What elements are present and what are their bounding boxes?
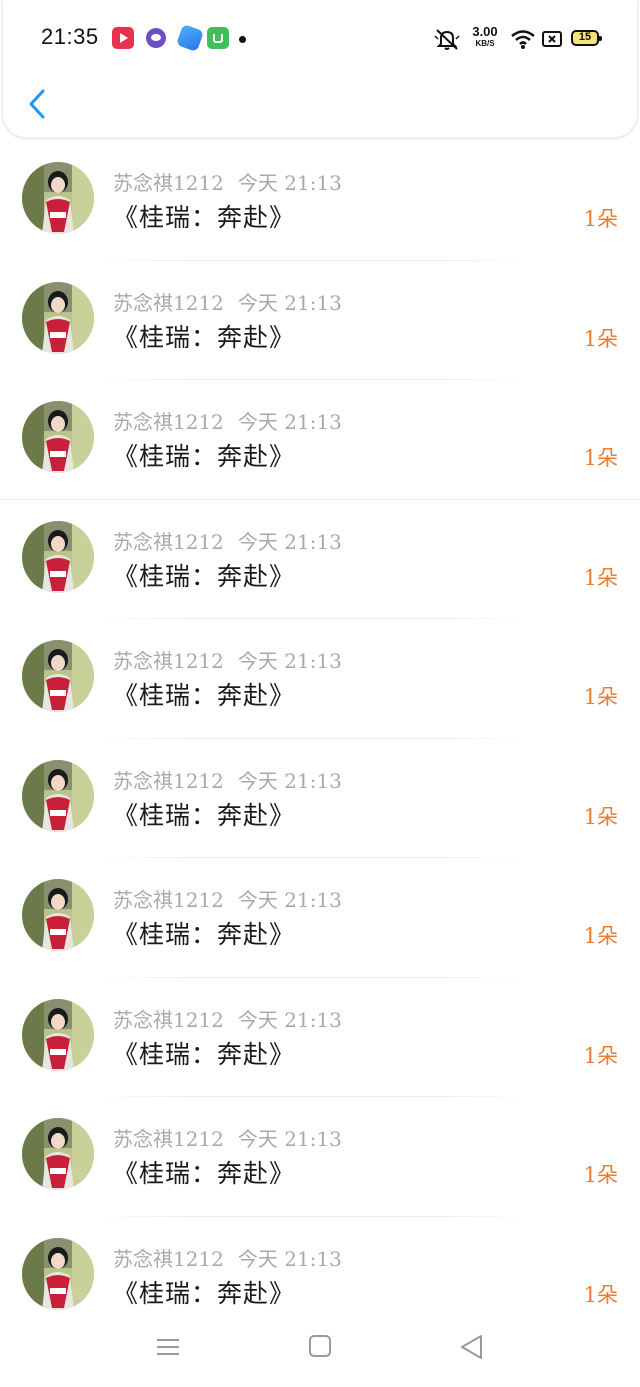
sender-name[interactable]: 苏念祺1212: [113, 888, 224, 912]
book-title[interactable]: 《桂瑞：奔赴》: [113, 198, 295, 234]
gift-list: 苏念祺1212 今天 21:13 《桂瑞：奔赴》 1朵 苏念祺1212 今天 21:13…: [0, 141, 640, 1336]
book-title[interactable]: 《桂瑞：奔赴》: [113, 437, 295, 473]
battery-icon: 15: [571, 30, 602, 46]
sender-name[interactable]: 苏念祺1212: [113, 171, 224, 195]
gift-count: 1朵: [583, 804, 618, 829]
avatar[interactable]: [22, 640, 94, 712]
gift-count: 1朵: [583, 1043, 618, 1068]
gift-count: 1朵: [583, 924, 618, 948]
purple-app-icon: [146, 28, 166, 48]
menu-icon[interactable]: [155, 1335, 181, 1359]
book-title[interactable]: 《桂瑞：奔赴》: [113, 557, 295, 593]
network-speed-unit: KB/S: [475, 39, 495, 48]
gift-count: 1朵: [583, 1282, 618, 1307]
back-triangle-icon[interactable]: [458, 1333, 484, 1361]
book-title[interactable]: 《桂瑞：奔赴》: [113, 1035, 295, 1071]
item-meta: 苏念祺1212 今天 21:13: [113, 645, 342, 674]
gift-count: 1朵: [583, 1163, 618, 1187]
video-app-icon: [112, 27, 134, 49]
timestamp: 今天 21:13: [237, 290, 342, 315]
sender-name[interactable]: 苏念祺1212: [113, 1247, 224, 1271]
page: 21:35 3.00 KB/S 15 苏念祺1212 今天 21:13 《桂瑞：…: [0, 0, 640, 1387]
green-app-icon: [207, 27, 229, 49]
list-item[interactable]: 苏念祺1212 今天 21:13 《桂瑞：奔赴》 1朵: [0, 141, 640, 261]
avatar[interactable]: [22, 879, 94, 951]
gift-count: 1朵: [583, 685, 618, 709]
sender-name[interactable]: 苏念祺1212: [113, 530, 224, 554]
book-title[interactable]: 《桂瑞：奔赴》: [113, 1274, 295, 1310]
timestamp: 今天 21:13: [237, 171, 342, 195]
header: 21:35 3.00 KB/S 15: [2, 0, 638, 138]
list-item[interactable]: 苏念祺1212 今天 21:13 《桂瑞：奔赴》 1朵: [0, 261, 640, 380]
avatar[interactable]: [22, 162, 94, 234]
timestamp: 今天 21:13: [237, 768, 342, 793]
sender-name[interactable]: 苏念祺1212: [113, 291, 224, 315]
item-meta: 苏念祺1212 今天 21:13: [113, 406, 342, 435]
timestamp: 今天 21:13: [237, 1007, 342, 1032]
avatar[interactable]: [22, 520, 94, 593]
system-nav-bar: [0, 1317, 640, 1387]
network-speed: 3.00 KB/S: [467, 25, 503, 49]
timestamp: 今天 21:13: [237, 1246, 342, 1271]
list-item[interactable]: 苏念祺1212 今天 21:13 《桂瑞：奔赴》 1朵: [0, 858, 640, 978]
list-item[interactable]: 苏念祺1212 今天 21:13 《桂瑞：奔赴》 1朵: [0, 619, 640, 739]
list-item[interactable]: 苏念祺1212 今天 21:13 《桂瑞：奔赴》 1朵: [0, 739, 640, 858]
item-meta: 苏念祺1212 今天 21:13: [113, 884, 342, 913]
list-item[interactable]: 苏念祺1212 今天 21:13 《桂瑞：奔赴》 1朵: [0, 500, 640, 619]
avatar[interactable]: [22, 998, 94, 1071]
network-speed-value: 3.00: [472, 24, 498, 39]
item-meta: 苏念祺1212 今天 21:13: [113, 1004, 342, 1033]
timestamp: 今天 21:13: [237, 888, 342, 912]
book-title[interactable]: 《桂瑞：奔赴》: [113, 318, 295, 354]
list-item[interactable]: 苏念祺1212 今天 21:13 《桂瑞：奔赴》 1朵: [0, 978, 640, 1097]
wifi-icon: [511, 30, 535, 49]
list-item[interactable]: 苏念祺1212 今天 21:13 《桂瑞：奔赴》 1朵: [0, 380, 640, 500]
sender-name[interactable]: 苏念祺1212: [113, 1008, 224, 1032]
avatar[interactable]: [22, 1118, 94, 1190]
back-button[interactable]: [23, 84, 53, 124]
timestamp: 今天 21:13: [237, 410, 342, 434]
avatar[interactable]: [22, 1237, 94, 1310]
sender-name[interactable]: 苏念祺1212: [113, 1127, 224, 1151]
battery-level: 15: [578, 31, 592, 43]
avatar[interactable]: [22, 281, 94, 354]
book-title[interactable]: 《桂瑞：奔赴》: [113, 1154, 295, 1190]
timestamp: 今天 21:13: [237, 529, 342, 554]
list-item[interactable]: 苏念祺1212 今天 21:13 《桂瑞：奔赴》 1朵: [0, 1097, 640, 1217]
gift-count: 1朵: [583, 565, 618, 590]
sender-name[interactable]: 苏念祺1212: [113, 769, 224, 793]
item-meta: 苏念祺1212 今天 21:13: [113, 526, 342, 555]
item-meta: 苏念祺1212 今天 21:13: [113, 167, 342, 196]
home-square-icon[interactable]: [308, 1334, 332, 1358]
book-title[interactable]: 《桂瑞：奔赴》: [113, 796, 295, 832]
no-sim-icon: [542, 31, 562, 47]
bell-off-icon: [434, 29, 460, 50]
item-meta: 苏念祺1212 今天 21:13: [113, 765, 342, 794]
book-title[interactable]: 《桂瑞：奔赴》: [113, 915, 295, 951]
item-meta: 苏念祺1212 今天 21:13: [113, 1123, 342, 1152]
sender-name[interactable]: 苏念祺1212: [113, 649, 224, 673]
sender-name[interactable]: 苏念祺1212: [113, 410, 224, 434]
avatar[interactable]: [22, 401, 94, 473]
avatar[interactable]: [22, 759, 94, 832]
blue-app-icon: [175, 23, 205, 53]
gift-count: 1朵: [583, 446, 618, 470]
more-notifications-dot-icon: [239, 36, 246, 43]
timestamp: 今天 21:13: [237, 1127, 342, 1151]
book-title[interactable]: 《桂瑞：奔赴》: [113, 676, 295, 712]
gift-count: 1朵: [583, 326, 618, 351]
status-time: 21:35: [41, 24, 99, 49]
item-meta: 苏念祺1212 今天 21:13: [113, 1243, 342, 1272]
timestamp: 今天 21:13: [237, 649, 342, 673]
gift-count: 1朵: [583, 207, 618, 231]
item-meta: 苏念祺1212 今天 21:13: [113, 287, 342, 316]
